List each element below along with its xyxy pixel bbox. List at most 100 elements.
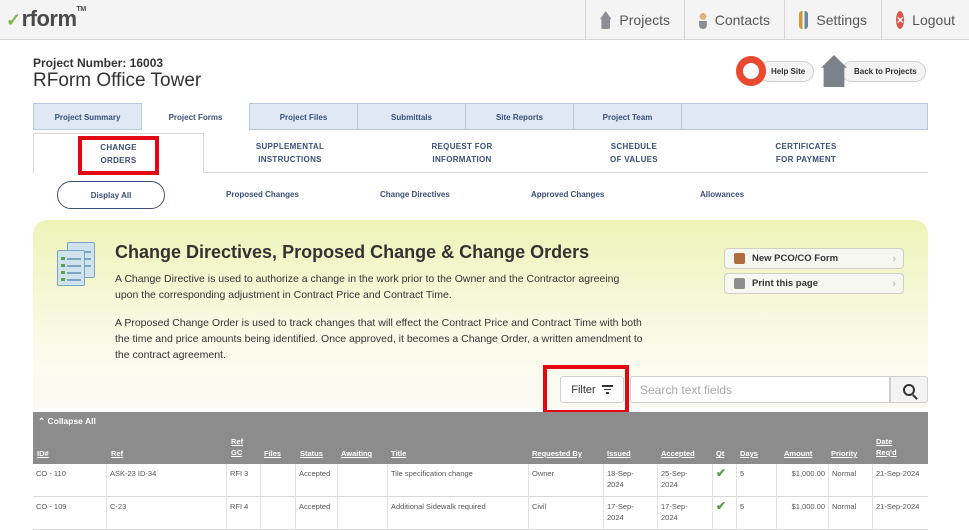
- col-requested-by[interactable]: Requested By: [532, 448, 582, 459]
- cell-ref-gc: RFI 4: [227, 497, 261, 530]
- cell-qt: ✔: [713, 497, 737, 530]
- display-all-button[interactable]: Display All: [57, 181, 165, 209]
- cell-status: Accepted: [296, 497, 338, 530]
- cell-days: 5: [737, 464, 777, 497]
- cell-qt: ✔: [713, 464, 737, 497]
- new-form-icon: [734, 253, 745, 264]
- help-site-button[interactable]: Help Site: [736, 56, 815, 86]
- col-status[interactable]: Status: [300, 448, 323, 459]
- col-priority[interactable]: Priority: [831, 448, 857, 459]
- cell-ref: ASK-23 ID-34: [107, 464, 227, 497]
- subtab-supplemental-instructions[interactable]: SUPPLEMENTAL INSTRUCTIONS: [204, 133, 376, 173]
- cell-title[interactable]: Additional Sidewalk required: [388, 497, 529, 530]
- subtab-request-for-information[interactable]: REQUEST FOR INFORMATION: [376, 133, 548, 173]
- tab-project-forms[interactable]: Project Forms: [142, 103, 250, 131]
- tab-submittals[interactable]: Submittals: [358, 104, 466, 130]
- view-approved-changes[interactable]: Approved Changes: [531, 190, 604, 199]
- cell-priority: Normal: [829, 497, 873, 530]
- tab-project-team[interactable]: Project Team: [574, 104, 682, 130]
- cell-awaiting: [338, 464, 388, 497]
- tab-project-summary[interactable]: Project Summary: [34, 104, 142, 130]
- cell-amount: $1,000.00: [777, 497, 829, 530]
- subtab-certificates-for-payment[interactable]: CERTIFICATES FOR PAYMENT: [720, 133, 892, 173]
- cell-accepted: 25-Sep- 2024: [658, 464, 713, 497]
- nav-contacts[interactable]: Contacts: [684, 0, 784, 40]
- project-number: Project Number: 16003: [33, 56, 164, 70]
- rform-logo[interactable]: ✓rformTM: [6, 6, 86, 32]
- col-accepted[interactable]: Accepted: [661, 448, 695, 459]
- view-allowances[interactable]: Allowances: [700, 190, 744, 199]
- col-id[interactable]: ID#: [37, 448, 49, 459]
- nav-projects[interactable]: Projects: [585, 0, 684, 40]
- house-icon: [821, 55, 847, 87]
- cell-accepted: 17-Sep- 2024: [658, 497, 713, 530]
- check-icon: ✔: [716, 499, 727, 513]
- table-row[interactable]: CO - 109 C-23 RFI 4 Accepted Additional …: [33, 497, 928, 530]
- check-mark-icon: ✓: [6, 10, 21, 30]
- tools-icon: [799, 11, 809, 29]
- form-type-tabs: CHANGE ORDERS SUPPLEMENTAL INSTRUCTIONS RE…: [33, 133, 928, 174]
- highlight-change-orders: [78, 136, 159, 175]
- col-amount[interactable]: Amount: [784, 448, 812, 459]
- lifebuoy-icon: [736, 56, 766, 86]
- back-to-projects-button[interactable]: Back to Projects: [821, 55, 926, 87]
- cell-files: [261, 497, 296, 530]
- table-row[interactable]: CO - 110 ASK-23 ID-34 RFI 3 Accepted Til…: [33, 464, 928, 497]
- collapse-all-button[interactable]: ⌃ Collapse All: [38, 416, 96, 427]
- search-icon: [903, 383, 915, 396]
- cell-ref-gc: RFI 3: [227, 464, 261, 497]
- nav-settings[interactable]: Settings: [784, 0, 881, 40]
- cell-requested-by: Civil: [529, 497, 604, 530]
- subtab-schedule-of-values[interactable]: SCHEDULE OF VALUES: [548, 133, 720, 173]
- panel-title: Change Directives, Proposed Change & Cha…: [115, 242, 590, 262]
- person-icon: [699, 11, 707, 29]
- tab-project-files[interactable]: Project Files: [250, 104, 358, 130]
- cell-awaiting: [338, 497, 388, 530]
- project-name: RForm Office Tower: [33, 70, 202, 91]
- table-header: ⌃ Collapse All ID# Ref Ref GC Files Statu…: [33, 412, 928, 464]
- cell-days: 5: [737, 497, 777, 530]
- printer-icon: [734, 278, 745, 289]
- col-qt[interactable]: Qt: [716, 448, 724, 459]
- col-issued[interactable]: Issued: [607, 448, 631, 459]
- logout-icon: ×: [896, 11, 905, 29]
- highlight-filter: [543, 365, 629, 414]
- panel-description-1: A Change Directive is used to authorize …: [115, 273, 620, 301]
- view-filter-row: Display All Proposed Changes Change Dire…: [33, 181, 928, 209]
- cell-date-required: 21-Sep-2024: [876, 502, 920, 511]
- col-days[interactable]: Days: [740, 448, 758, 459]
- top-nav: Projects Contacts Settings × Logout: [585, 0, 969, 40]
- view-change-directives[interactable]: Change Directives: [380, 190, 450, 199]
- cell-issued: 18-Sep- 2024: [604, 464, 658, 497]
- cell-issued: 17-Sep- 2024: [604, 497, 658, 530]
- cell-ref: C-23: [107, 497, 227, 530]
- tab-site-reports[interactable]: Site Reports: [466, 104, 574, 130]
- cell-requested-by: Owner: [529, 464, 604, 497]
- col-files[interactable]: Files: [264, 448, 281, 459]
- new-pco-co-form-button[interactable]: New PCO/CO Form ›: [724, 248, 904, 269]
- cell-id[interactable]: CO - 109: [33, 497, 107, 530]
- nav-logout[interactable]: × Logout: [881, 0, 969, 40]
- checklist-document-icon: [57, 242, 101, 288]
- chevron-right-icon: ›: [892, 253, 896, 265]
- view-proposed-changes[interactable]: Proposed Changes: [226, 190, 299, 199]
- project-tabs: Project Summary Project Forms Project Fi…: [33, 103, 928, 131]
- chevron-right-icon: ›: [892, 278, 896, 290]
- col-title[interactable]: Title: [391, 448, 406, 459]
- col-date-required[interactable]: Date Req'd: [876, 436, 897, 458]
- cell-title[interactable]: Tile specification change: [388, 464, 529, 497]
- cell-amount: $1,000.00: [777, 464, 829, 497]
- col-ref[interactable]: Ref: [111, 448, 123, 459]
- search-input[interactable]: [630, 376, 890, 403]
- cell-id[interactable]: CO - 110: [33, 464, 107, 497]
- top-bar: ✓rformTM Projects Contacts Settings × Lo…: [0, 0, 969, 40]
- panel-description-2: A Proposed Change Order is used to track…: [115, 317, 643, 361]
- cell-priority: Normal: [829, 464, 873, 497]
- col-ref-gc[interactable]: Ref GC: [231, 436, 243, 458]
- cell-date-required: 21-Sep-2024: [876, 469, 920, 478]
- print-page-button[interactable]: Print this page ›: [724, 273, 904, 294]
- search-button[interactable]: [890, 376, 928, 403]
- check-icon: ✔: [716, 466, 727, 480]
- cell-files: [261, 464, 296, 497]
- col-awaiting[interactable]: Awaiting: [341, 448, 372, 459]
